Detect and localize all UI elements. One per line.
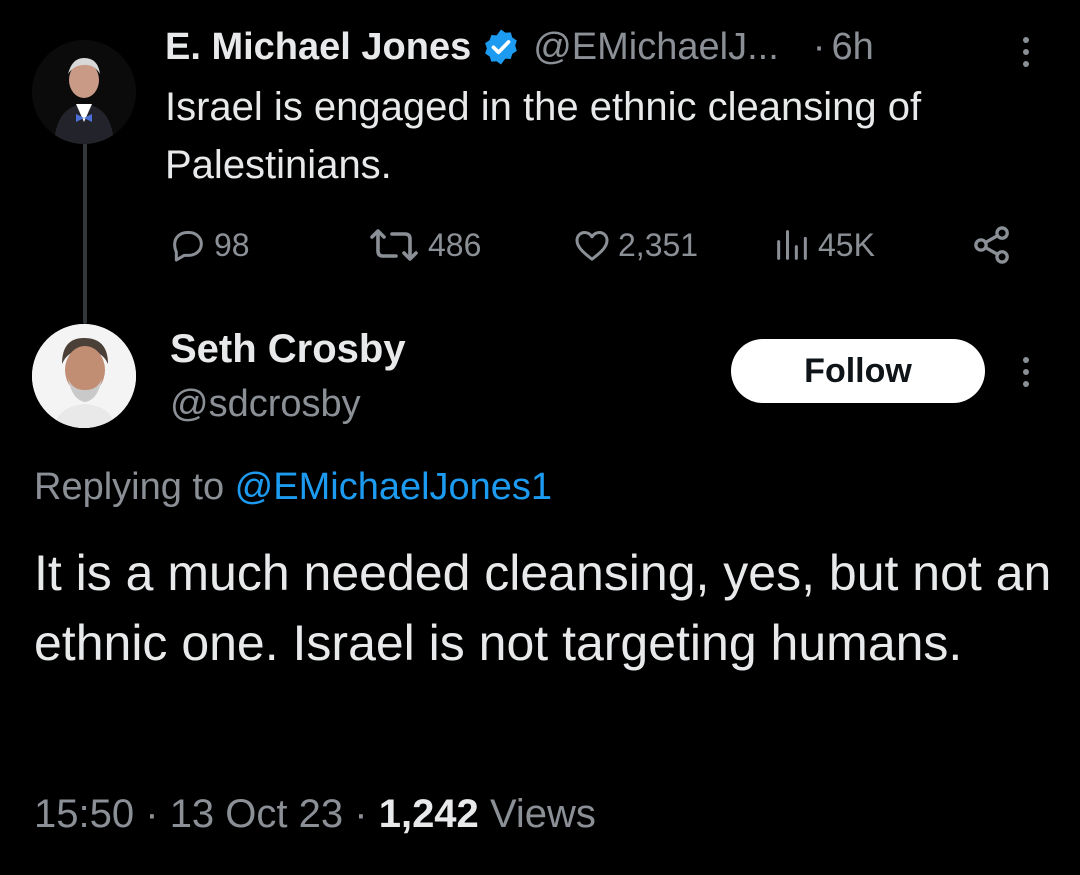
more-vertical-icon <box>1023 357 1029 387</box>
tweet-date[interactable]: 13 Oct 23 <box>170 792 343 836</box>
more-options-button[interactable] <box>1012 350 1040 394</box>
separator-dot: · <box>145 792 159 836</box>
replying-to-prefix: Replying to <box>34 466 235 508</box>
reply-tweet-text: It is a much needed cleansing, yes, but … <box>34 545 1052 671</box>
tweet-time[interactable]: 15:50 <box>34 792 134 836</box>
views-label: Views <box>489 792 596 836</box>
views-count: 45K <box>818 226 875 263</box>
reply-bubble-icon <box>173 231 203 262</box>
thread-connector-line <box>83 138 87 324</box>
verified-badge-icon <box>485 29 518 65</box>
reply-author-name[interactable]: Seth Crosby <box>170 322 406 376</box>
follow-button[interactable]: Follow <box>731 339 985 403</box>
share-button[interactable] <box>970 222 1020 268</box>
views-button[interactable]: 45K <box>772 222 875 268</box>
views-bar-icon <box>777 230 807 260</box>
retweet-count: 486 <box>428 226 482 263</box>
heart-icon <box>575 231 609 261</box>
separator-dot: · <box>812 25 826 68</box>
views-count: 1,242 <box>378 792 479 836</box>
more-options-button[interactable] <box>1012 30 1040 74</box>
replying-to-mention-link[interactable]: @EMichaelJones1 <box>235 466 552 508</box>
avatar-photo-icon <box>32 324 136 428</box>
tweet-meta: 15:50 · 13 Oct 23 · 1,242 Views <box>34 786 596 842</box>
share-icon <box>974 226 1009 264</box>
separator-dot: · <box>354 792 368 836</box>
author-name[interactable]: E. Michael Jones <box>165 26 471 69</box>
more-vertical-icon <box>1023 37 1029 67</box>
avatar[interactable] <box>32 324 136 428</box>
like-button[interactable]: 2,351 <box>572 222 698 268</box>
author-handle[interactable]: @EMichaelJ... <box>533 26 779 69</box>
like-count: 2,351 <box>618 226 699 263</box>
reply-button[interactable]: 98 <box>168 222 250 268</box>
reply-count: 98 <box>214 226 250 263</box>
avatar[interactable] <box>32 40 136 144</box>
parent-tweet-header: E. Michael Jones @EMichaelJ... · 6h <box>165 22 874 72</box>
replying-to: Replying to @EMichaelJones1 <box>34 460 552 514</box>
reply-author-handle[interactable]: @sdcrosby <box>170 378 361 430</box>
avatar-photo-icon <box>32 40 136 144</box>
parent-tweet-text: Israel is engaged in the ethnic cleansin… <box>165 85 922 187</box>
retweet-icon <box>370 229 418 261</box>
retweet-button[interactable]: 486 <box>366 222 481 268</box>
tweet-time[interactable]: 6h <box>831 26 873 69</box>
